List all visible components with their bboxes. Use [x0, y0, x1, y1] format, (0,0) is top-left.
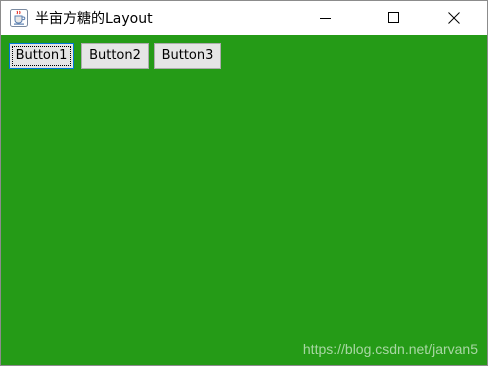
close-icon	[448, 12, 460, 24]
content-pane: Button1 Button2 Button3 https://blog.csd…	[1, 35, 487, 365]
java-coffee-icon[interactable]	[10, 9, 28, 27]
window-title: 半亩方糖的Layout	[35, 11, 153, 27]
title-bar[interactable]: 半亩方糖的Layout	[1, 1, 487, 35]
maximize-button[interactable]	[371, 1, 417, 35]
maximize-icon	[388, 12, 399, 23]
button-3[interactable]: Button3	[154, 43, 221, 69]
button-1[interactable]: Button1	[9, 43, 74, 69]
button-2[interactable]: Button2	[81, 43, 149, 69]
app-window: 半亩方糖的Layout Button1 Button2 Button3 http…	[0, 0, 488, 366]
minimize-button[interactable]	[303, 1, 349, 35]
minimize-icon	[320, 18, 331, 19]
watermark-text: https://blog.csdn.net/jarvan5	[302, 341, 478, 357]
close-button[interactable]	[431, 1, 477, 35]
